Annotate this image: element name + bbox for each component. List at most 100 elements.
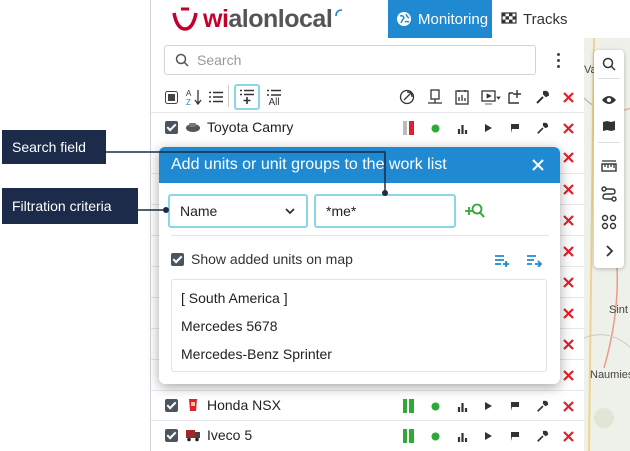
wrench-icon[interactable] [534,87,550,107]
map-search-icon[interactable] [594,52,624,76]
select-all-checkbox[interactable] [164,87,178,107]
status-dot-icon [430,398,440,414]
bar-chart-icon[interactable] [456,428,468,444]
search-field-value: *me* [326,203,357,219]
remove-icon[interactable] [562,336,574,352]
ruler-icon[interactable] [594,154,624,178]
remove-icon[interactable] [562,149,574,165]
list-item[interactable]: [ South America ] [181,290,288,306]
unit-name: Honda NSX [207,397,281,413]
flag-icon[interactable] [510,428,520,444]
dialog-header: Add units or unit groups to the work lis… [159,147,560,183]
geofence-icon[interactable] [594,210,624,234]
search-icon [175,53,189,67]
chevron-right-icon[interactable] [594,239,624,263]
logo-signal-icon [335,9,343,17]
more-options-icon[interactable] [551,48,565,72]
search-results-list: [ South America ] Mercedes 5678 Mercedes… [171,279,547,372]
map-label: Sint [609,304,628,316]
add-to-list-icon[interactable] [494,253,510,272]
video-icon[interactable] [480,87,502,107]
list-item[interactable]: Mercedes 5678 [181,318,278,334]
connection-state-icon[interactable] [398,87,416,107]
close-icon[interactable] [529,156,547,174]
tab-monitoring-label: Monitoring [418,10,489,28]
globe-icon [397,12,411,26]
battery-full-icon [403,428,415,444]
search-input[interactable]: Search [164,45,536,75]
add-all-label: All [268,96,280,108]
route-icon[interactable] [594,182,624,206]
list-item[interactable]: Mercedes-Benz Sprinter [181,346,332,362]
show-on-map-label: Show added units on map [191,251,353,267]
chevron-down-icon [285,208,295,215]
add-units-dialog: Add units or unit groups to the work lis… [159,147,560,384]
callout-search-field: Search field [2,130,106,164]
divider [171,235,549,236]
row-checkbox[interactable] [165,429,178,442]
wrench-icon[interactable] [535,428,549,444]
remove-icon[interactable] [562,243,574,259]
add-all-button[interactable]: All [265,85,283,111]
filter-criteria-select[interactable]: Name [168,194,308,228]
battery-low-icon [403,120,415,136]
tracker-icon[interactable] [426,87,444,107]
table-row[interactable]: Toyota Camry [151,112,584,142]
page: wi alonlocal Monitoring Tracks Va Sint N… [0,0,630,451]
remove-icon[interactable] [562,212,574,228]
row-checkbox[interactable] [165,399,178,412]
truck-icon [185,427,201,443]
status-dot-icon [430,428,440,444]
add-all-to-list-icon[interactable] [526,253,543,272]
eye-icon[interactable] [594,88,624,112]
bar-chart-icon[interactable] [456,120,468,136]
remove-icon[interactable] [562,274,574,290]
wrench-icon[interactable] [535,120,549,136]
tab-tracks-label: Tracks [523,10,568,28]
tab-tracks[interactable]: Tracks [497,0,597,38]
row-checkbox[interactable] [165,121,178,134]
callout-filtration-criteria: Filtration criteria [2,188,138,224]
remove-icon[interactable] [562,428,574,444]
play-icon[interactable] [483,398,493,414]
callout-label: Search field [12,139,86,155]
logo-text-rest: alonlocal [228,4,333,33]
remove-icon[interactable] [562,398,574,414]
car-icon [185,119,201,135]
add-to-worklist-button[interactable] [234,84,260,110]
callout-label: Filtration criteria [12,198,112,214]
remove-icon[interactable] [562,367,574,383]
cup-icon [185,397,201,413]
remove-icon[interactable] [562,120,574,136]
unit-name: Iveco 5 [207,427,253,443]
sort-az-icon[interactable]: AZ [185,87,203,107]
tab-monitoring[interactable]: Monitoring [388,0,492,38]
play-icon[interactable] [483,120,493,136]
table-row[interactable]: Iveco 5 [151,420,584,450]
table-row[interactable]: Honda NSX [151,390,584,420]
add-found-units-icon[interactable] [465,203,485,224]
logo-mark-icon [171,5,199,33]
status-dot-icon [430,120,440,136]
flag-icon[interactable] [510,120,520,136]
divider [228,85,229,107]
report-icon[interactable] [453,87,471,107]
play-icon[interactable] [483,428,493,444]
unit-name: Toyota Camry [207,119,294,135]
show-on-map-checkbox[interactable] [171,253,184,266]
bar-chart-icon[interactable] [456,398,468,414]
add-command-icon[interactable] [506,87,524,107]
wrench-icon[interactable] [535,398,549,414]
checkered-flag-icon [501,12,517,24]
list-toolbar: AZ All [151,82,584,112]
search-placeholder: Search [197,52,242,68]
map-layers-icon[interactable] [594,114,624,138]
remove-icon[interactable] [562,181,574,197]
flag-icon[interactable] [510,398,520,414]
search-field[interactable]: *me* [314,194,456,228]
remove-all-icon[interactable] [561,87,575,107]
list-view-icon[interactable] [208,87,224,107]
wialon-logo: wi alonlocal [171,3,344,35]
dialog-title: Add units or unit groups to the work lis… [171,156,447,173]
remove-icon[interactable] [562,305,574,321]
